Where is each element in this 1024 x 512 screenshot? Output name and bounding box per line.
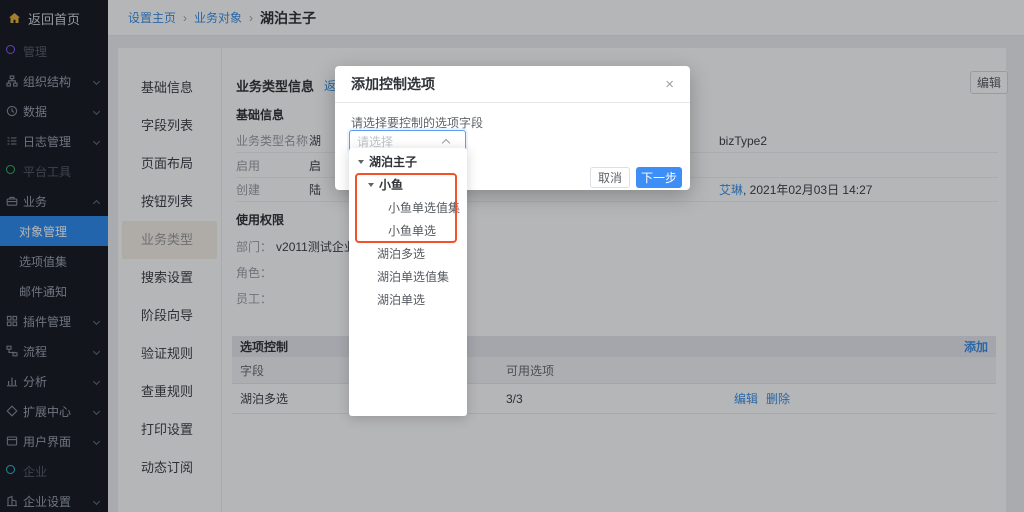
tree-node-lake-multi-select[interactable]: 湖泊多选	[349, 242, 467, 265]
field-select-dropdown: 湖泊主子 小鱼 小鱼单选值集 小鱼单选 湖泊多选 湖泊单选值集 湖泊单选	[349, 148, 467, 416]
tree-node-lake-single-select[interactable]: 湖泊单选	[349, 288, 467, 311]
dialog-title: 添加控制选项	[351, 74, 435, 94]
tree-node-xiaoyu-single-select[interactable]: 小鱼单选	[349, 219, 467, 242]
next-step-button[interactable]: 下一步	[636, 167, 682, 188]
tree-node-xiaoyu-single-value-set[interactable]: 小鱼单选值集	[349, 196, 467, 219]
cancel-button[interactable]: 取消	[590, 167, 630, 188]
chevron-up-icon	[442, 139, 450, 147]
app-root: 返回首页 管理 组织结构 数据 日志管理	[0, 0, 1024, 512]
select-field-label: 请选择要控制的选项字段	[351, 114, 483, 131]
tree-node-lake-master[interactable]: 湖泊主子	[349, 150, 467, 173]
caret-down-icon	[368, 183, 374, 187]
caret-down-icon	[358, 160, 364, 164]
select-input[interactable]	[357, 135, 443, 149]
close-icon[interactable]: ×	[665, 77, 674, 92]
tree-node-lake-single-value-set[interactable]: 湖泊单选值集	[349, 265, 467, 288]
tree-node-xiaoyu[interactable]: 小鱼	[349, 173, 467, 196]
